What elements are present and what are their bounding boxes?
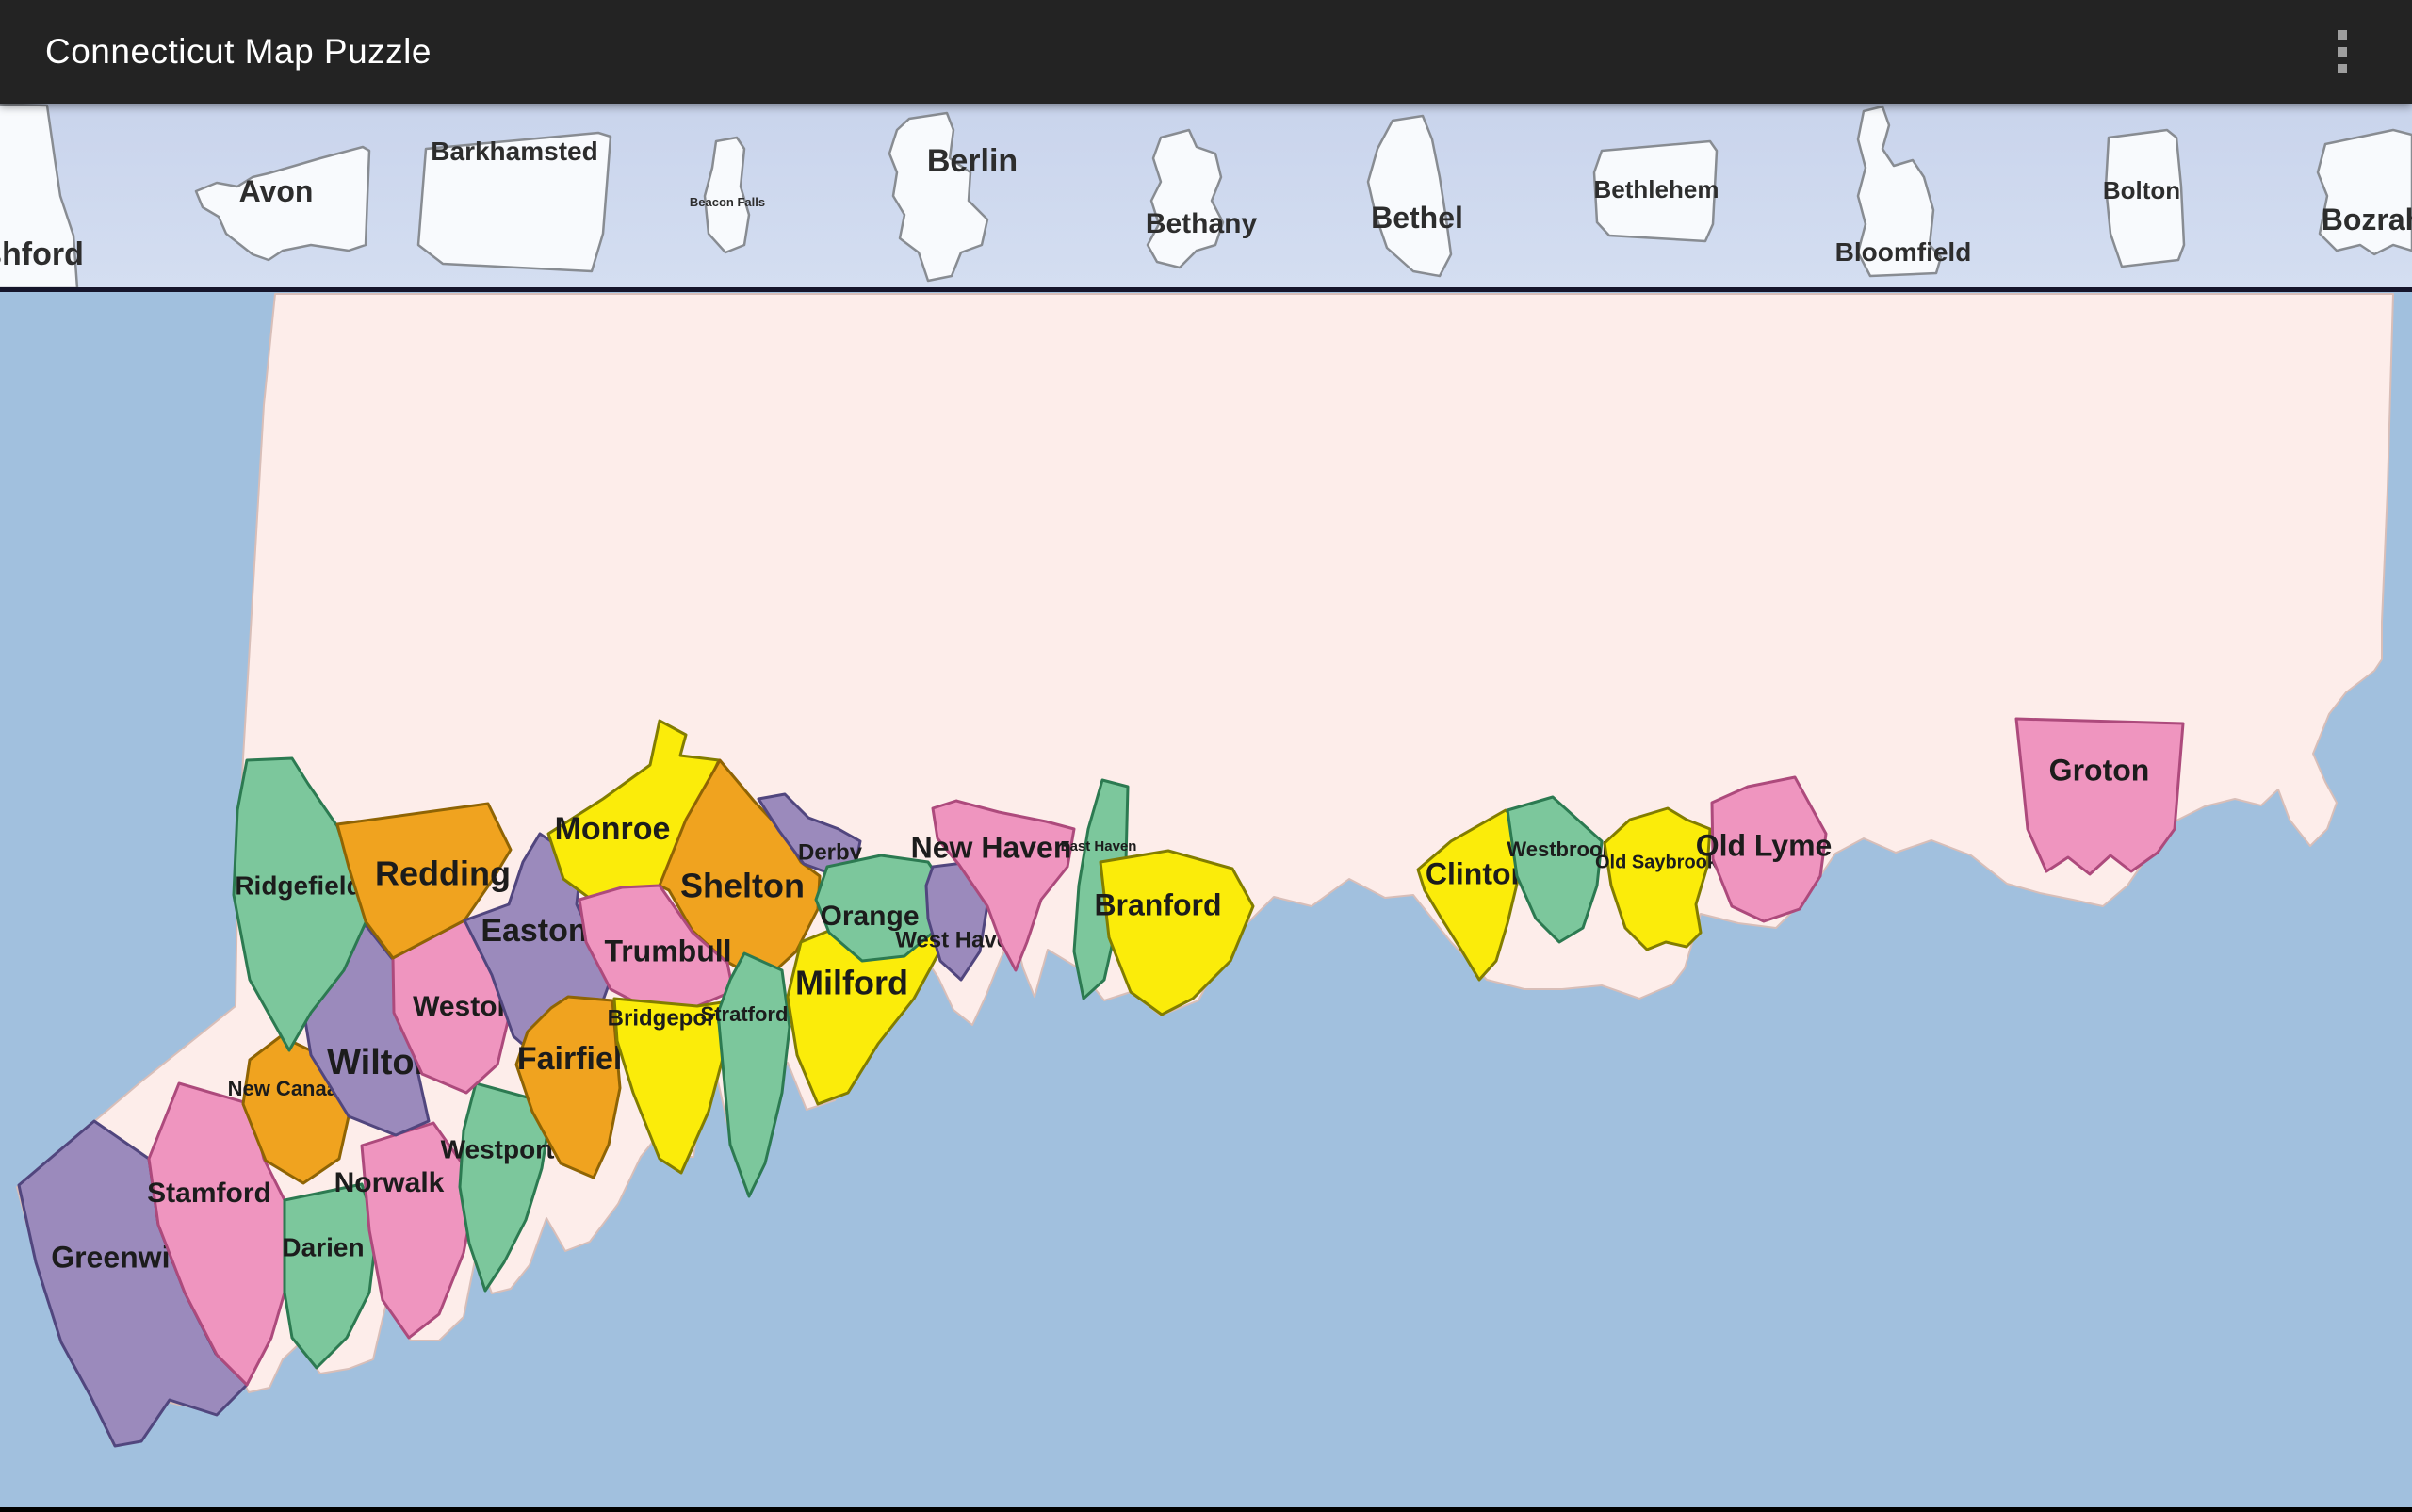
overflow-dot [2338, 30, 2347, 40]
tray-svg: shford Avon Barkhamsted Beacon Falls Berlin B… [0, 104, 2412, 287]
overflow-menu-icon[interactable] [2314, 0, 2371, 104]
tray-piece-label-bethany: Bethany [1146, 208, 1258, 239]
tray-piece-label-bethlehem: Bethlehem [1594, 175, 1719, 203]
tray-piece-bethlehem[interactable]: Bethlehem [1594, 141, 1719, 241]
town-groton[interactable]: Groton [2016, 719, 2183, 874]
tray-piece-shape-bethel[interactable] [1368, 116, 1451, 276]
tray-piece-label-bethel: Bethel [1371, 201, 1463, 235]
tray-piece-label-ashford: shford [0, 236, 84, 272]
tray-piece-label-bozrah: Bozrah [2322, 203, 2412, 236]
overflow-dot [2338, 64, 2347, 73]
tray-piece-bolton[interactable]: Bolton [2103, 130, 2184, 267]
piece-tray[interactable]: shford Avon Barkhamsted Beacon Falls Berlin B… [0, 104, 2412, 292]
tray-piece-ashford[interactable]: shford [0, 104, 84, 287]
tray-piece-barkhamsted[interactable]: Barkhamsted [418, 133, 611, 271]
tray-piece-shape-bethany[interactable] [1148, 130, 1223, 268]
map-canvas[interactable]: GreenwichStamfordDarienNew CanaanNorwalk… [0, 292, 2412, 1507]
tray-piece-bethel[interactable]: Bethel [1368, 116, 1463, 276]
tray-piece-beacon-falls[interactable]: Beacon Falls [690, 138, 765, 252]
tray-piece-label-barkhamsted: Barkhamsted [431, 137, 597, 166]
town-shape-groton[interactable] [2016, 719, 2183, 874]
tray-piece-bloomfield[interactable]: Bloomfield [1835, 106, 1972, 276]
overflow-dot [2338, 47, 2347, 57]
tray-piece-label-avon: Avon [239, 174, 314, 208]
tray-piece-avon[interactable]: Avon [196, 147, 369, 260]
tray-piece-shape-berlin[interactable] [889, 113, 987, 281]
tray-piece-label-beacon-falls: Beacon Falls [690, 195, 765, 209]
app-title: Connecticut Map Puzzle [45, 32, 432, 72]
action-bar: Connecticut Map Puzzle [0, 0, 2412, 104]
tray-piece-bethany[interactable]: Bethany [1146, 130, 1258, 268]
tray-piece-label-bolton: Bolton [2103, 176, 2180, 204]
map-svg: GreenwichStamfordDarienNew CanaanNorwalk… [0, 292, 2412, 1507]
tray-piece-label-berlin: Berlin [927, 143, 1018, 179]
tray-piece-label-bloomfield: Bloomfield [1835, 237, 1972, 267]
tray-piece-bozrah[interactable]: Bozrah [2318, 130, 2412, 254]
tray-piece-berlin[interactable]: Berlin [889, 113, 1018, 281]
